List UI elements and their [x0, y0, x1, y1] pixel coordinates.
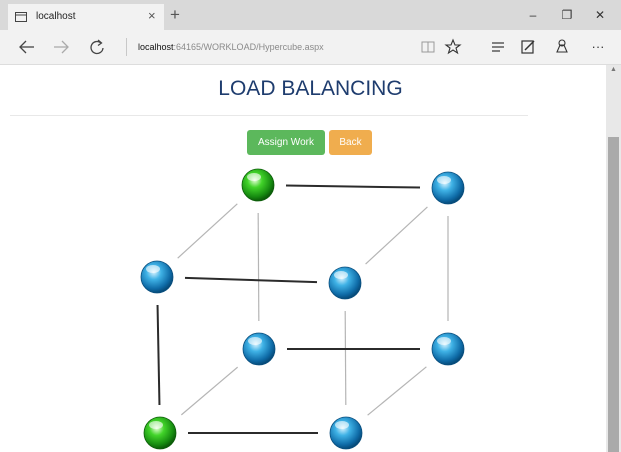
tab-strip: localhost × + – ❐ ✕ — [0, 0, 621, 30]
node-highlight — [334, 271, 348, 279]
browser-window: localhost × + – ❐ ✕ localhost:64165/WORK… — [0, 0, 621, 452]
share-icon[interactable] — [552, 37, 572, 57]
hub-icon[interactable] — [488, 37, 508, 57]
node-n0-busy[interactable] — [241, 168, 275, 202]
scroll-thumb[interactable] — [608, 137, 619, 452]
edges-layer — [156, 184, 449, 434]
node-highlight — [146, 265, 160, 273]
restore-button[interactable]: ❐ — [552, 6, 582, 24]
page-content: LOAD BALANCING Assign Work Back — [0, 65, 606, 452]
scroll-up-arrow-icon[interactable]: ▲ — [606, 65, 621, 75]
edge-n2-n6 — [156, 304, 161, 406]
node-n1-idle[interactable] — [431, 171, 465, 205]
minimize-button[interactable]: – — [518, 6, 548, 24]
edge-n3-n7 — [344, 310, 347, 406]
address-bar-row: localhost:64165/WORKLOAD/Hypercube.aspx … — [0, 30, 621, 65]
more-icon[interactable]: ··· — [588, 37, 608, 57]
address-path: :64165/WORKLOAD/Hypercube.aspx — [173, 42, 324, 52]
node-n7-idle[interactable] — [329, 416, 363, 450]
node-highlight — [248, 337, 262, 345]
edge-n2-n3 — [184, 276, 318, 284]
edge-n0-n1 — [285, 184, 421, 189]
nodes-layer — [140, 168, 465, 450]
node-highlight — [247, 173, 261, 181]
node-n5-idle[interactable] — [431, 332, 465, 366]
address-host: localhost — [138, 42, 174, 52]
edge-n1-n3 — [365, 206, 428, 265]
node-highlight — [335, 421, 349, 429]
address-input[interactable]: localhost:64165/WORKLOAD/Hypercube.aspx — [138, 40, 324, 54]
node-n3-idle[interactable] — [328, 266, 362, 300]
new-tab-button[interactable]: + — [170, 6, 180, 24]
address-divider — [126, 38, 127, 56]
edge-n0-n4 — [257, 212, 260, 322]
forward-arrow-icon[interactable] — [50, 37, 72, 57]
node-n2-idle[interactable] — [140, 260, 174, 294]
close-window-button[interactable]: ✕ — [585, 6, 615, 24]
node-n4-idle[interactable] — [242, 332, 276, 366]
node-highlight — [437, 337, 451, 345]
reading-view-icon[interactable] — [418, 37, 438, 57]
refresh-icon[interactable] — [86, 37, 108, 57]
edge-n4-n6 — [180, 366, 239, 416]
vertical-scrollbar[interactable]: ▲ — [606, 65, 621, 452]
back-arrow-icon[interactable] — [16, 37, 38, 57]
tab-title: localhost — [36, 11, 76, 22]
favorite-star-icon[interactable] — [443, 37, 463, 57]
node-highlight — [149, 421, 163, 429]
edge-n5-n7 — [367, 366, 427, 416]
node-n6-busy[interactable] — [143, 416, 177, 450]
close-tab-icon[interactable]: × — [148, 8, 156, 24]
tab-localhost[interactable]: localhost × — [8, 4, 164, 30]
page-icon — [15, 12, 27, 22]
web-note-icon[interactable] — [518, 37, 538, 57]
hypercube-diagram — [140, 168, 465, 450]
edge-n0-n2 — [177, 203, 238, 259]
node-highlight — [437, 176, 451, 184]
